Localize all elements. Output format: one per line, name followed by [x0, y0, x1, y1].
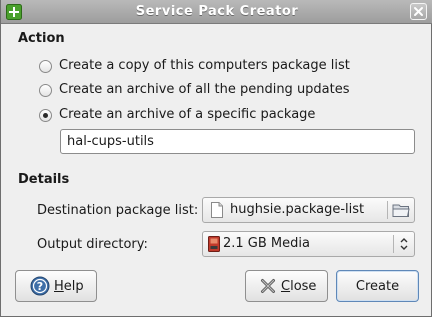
details-heading: Details: [18, 172, 70, 187]
close-rest: lose: [290, 279, 317, 294]
document-icon: [211, 202, 223, 218]
close-icon: [414, 7, 423, 16]
help-button[interactable]: ? Help: [15, 270, 97, 302]
radio-button-selected[interactable]: [39, 109, 52, 122]
close-mnemonic: C: [281, 279, 291, 294]
help-icon: ?: [30, 276, 50, 296]
radio-button[interactable]: [39, 84, 52, 97]
radio-button[interactable]: [39, 60, 52, 73]
svg-text:?: ?: [37, 280, 43, 293]
create-button-label: Create: [355, 279, 400, 294]
destination-value: hughsie.package-list: [230, 202, 365, 217]
radio-label: Create an archive of all the pending upd…: [59, 82, 350, 97]
help-rest: elp: [63, 279, 84, 294]
package-name-input[interactable]: hal-cups-utils: [60, 129, 415, 154]
close-button-label: Close: [281, 279, 316, 294]
service-pack-creator-window: Service Pack Creator Action Create a cop…: [0, 0, 432, 317]
radio-label: Create a copy of this computers package …: [59, 58, 350, 73]
folder-icon: [392, 204, 410, 217]
destination-file-chooser[interactable]: hughsie.package-list: [202, 197, 415, 223]
divider: [387, 201, 388, 219]
destination-label: Destination package list:: [37, 203, 199, 218]
drive-icon: [208, 236, 220, 252]
output-directory-label: Output directory:: [37, 237, 148, 252]
help-button-label: Help: [54, 279, 84, 294]
window-title: Service Pack Creator: [135, 4, 299, 19]
title-bar[interactable]: Service Pack Creator: [1, 0, 432, 24]
output-directory-combo[interactable]: 2.1 GB Media: [202, 231, 415, 257]
radio-label: Create an archive of a specific package: [59, 107, 316, 122]
create-button[interactable]: Create: [336, 270, 419, 302]
divider: [393, 235, 394, 253]
action-heading: Action: [18, 31, 65, 46]
window-close-button[interactable]: [410, 3, 427, 20]
help-mnemonic: H: [54, 279, 64, 294]
close-button[interactable]: Close: [245, 270, 328, 302]
chevron-updown-icon: [400, 238, 408, 250]
close-x-icon: [261, 279, 275, 293]
output-directory-value: 2.1 GB Media: [223, 236, 310, 251]
